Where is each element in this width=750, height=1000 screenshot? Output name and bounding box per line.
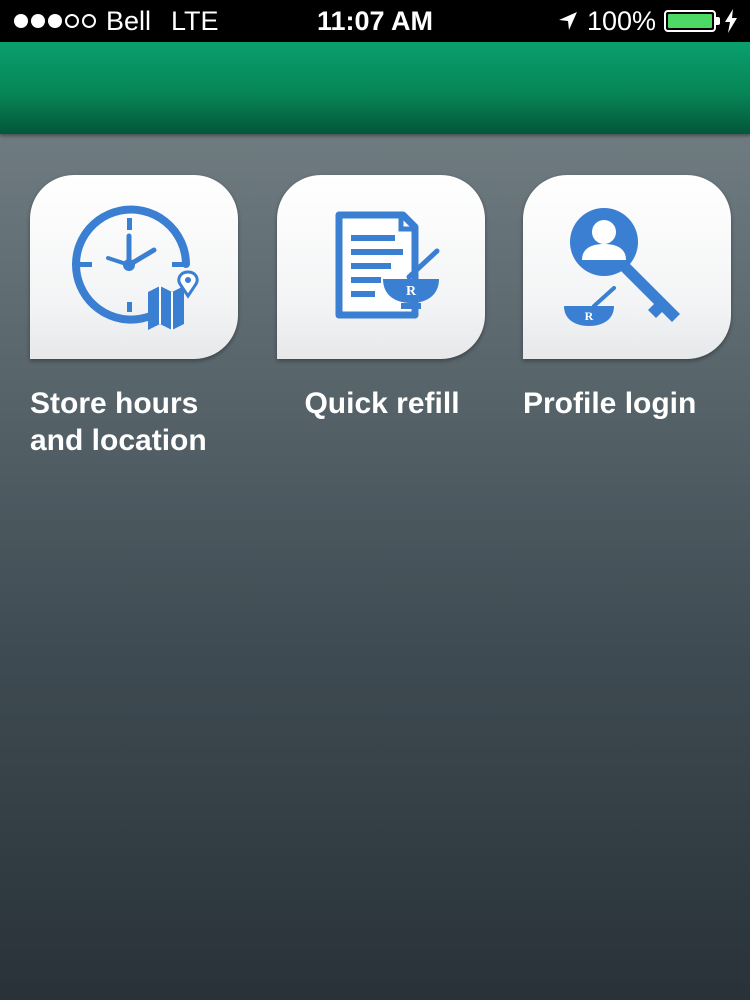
app-header-bar <box>0 42 750 134</box>
status-right: 100% <box>557 6 738 36</box>
battery-icon <box>664 10 720 32</box>
svg-text:R: R <box>406 284 417 299</box>
store-hours-button[interactable] <box>30 175 238 359</box>
store-hours-tile[interactable]: Store hours and location <box>30 175 240 459</box>
profile-login-tile[interactable]: R Profile login <box>523 175 733 422</box>
status-bar: Bell LTE 11:07 AM 100% <box>0 0 750 42</box>
profile-login-button[interactable]: R <box>523 175 731 359</box>
clock-map-icon <box>72 205 199 330</box>
battery-fill <box>668 14 712 28</box>
quick-refill-label: Quick refill <box>304 387 460 420</box>
app-screen: Bell LTE 11:07 AM 100% Store hours and l… <box>0 0 750 1000</box>
location-arrow-icon <box>558 12 577 30</box>
svg-text:R: R <box>585 309 594 323</box>
charging-bolt-icon <box>725 9 737 33</box>
store-hours-label: Store hours and location <box>30 387 207 457</box>
user-key-icon: R <box>564 208 680 326</box>
profile-login-label: Profile login <box>523 387 697 420</box>
prescription-document-icon: R <box>335 211 440 319</box>
quick-refill-button[interactable]: R <box>277 175 485 359</box>
battery-nub <box>716 17 720 25</box>
quick-refill-tile[interactable]: R Quick refill <box>277 175 487 422</box>
battery-percent: 100% <box>586 5 656 36</box>
